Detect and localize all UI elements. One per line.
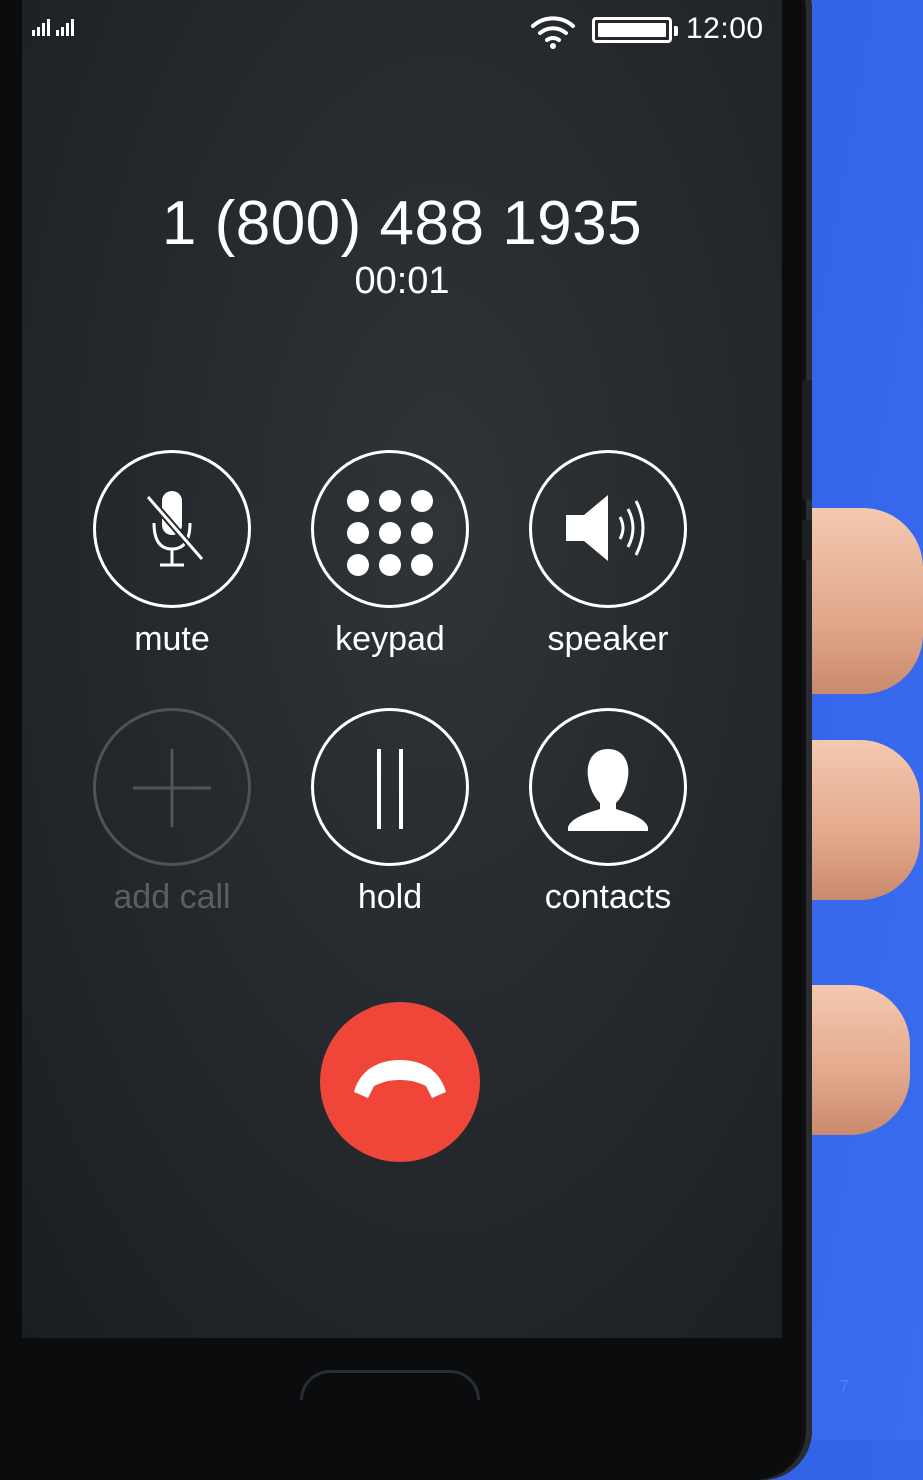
microphone-muted-icon [145, 491, 205, 567]
hold-label: hold [357, 878, 423, 916]
call-screen: 12:00 1 (800) 488 1935 00:01 mute keypad… [22, 0, 782, 1338]
power-button [802, 520, 812, 560]
mute-control[interactable]: mute [62, 450, 282, 659]
hold-control[interactable]: hold [280, 708, 500, 917]
end-call-button[interactable] [320, 1002, 480, 1162]
wifi-icon [531, 16, 575, 49]
add-call-control[interactable]: add call [62, 708, 282, 917]
speaker-icon [566, 495, 645, 561]
speaker-label: speaker [547, 620, 669, 658]
keypad-label: keypad [335, 620, 445, 658]
mute-label: mute [134, 620, 210, 658]
add-call-label: add call [113, 878, 231, 916]
caller-number: 1 (800) 488 1935 [161, 189, 643, 258]
pause-icon [377, 749, 403, 829]
contacts-label: contacts [544, 878, 672, 916]
keypad-icon [347, 490, 433, 576]
hang-up-icon [354, 1060, 446, 1098]
contacts-control[interactable]: contacts [498, 708, 718, 917]
volume-button [802, 380, 812, 500]
status-bar: 12:00 [22, 10, 782, 50]
person-icon [568, 749, 648, 831]
slide-number: 7 [840, 1378, 849, 1395]
status-time: 12:00 [686, 12, 764, 45]
call-duration: 00:01 [354, 260, 450, 302]
contacts-button[interactable] [529, 708, 687, 866]
plus-icon [133, 749, 211, 827]
speaker-control[interactable]: speaker [498, 450, 718, 659]
phone-body: 12:00 1 (800) 488 1935 00:01 mute keypad… [0, 0, 812, 1480]
speaker-button[interactable] [529, 450, 687, 608]
add-call-button[interactable] [93, 708, 251, 866]
home-button[interactable] [300, 1370, 480, 1400]
keypad-control[interactable]: keypad [280, 450, 500, 659]
battery-icon [592, 17, 678, 43]
keypad-button[interactable] [311, 450, 469, 608]
hold-button[interactable] [311, 708, 469, 866]
signal-icon [32, 18, 74, 36]
mute-button[interactable] [93, 450, 251, 608]
